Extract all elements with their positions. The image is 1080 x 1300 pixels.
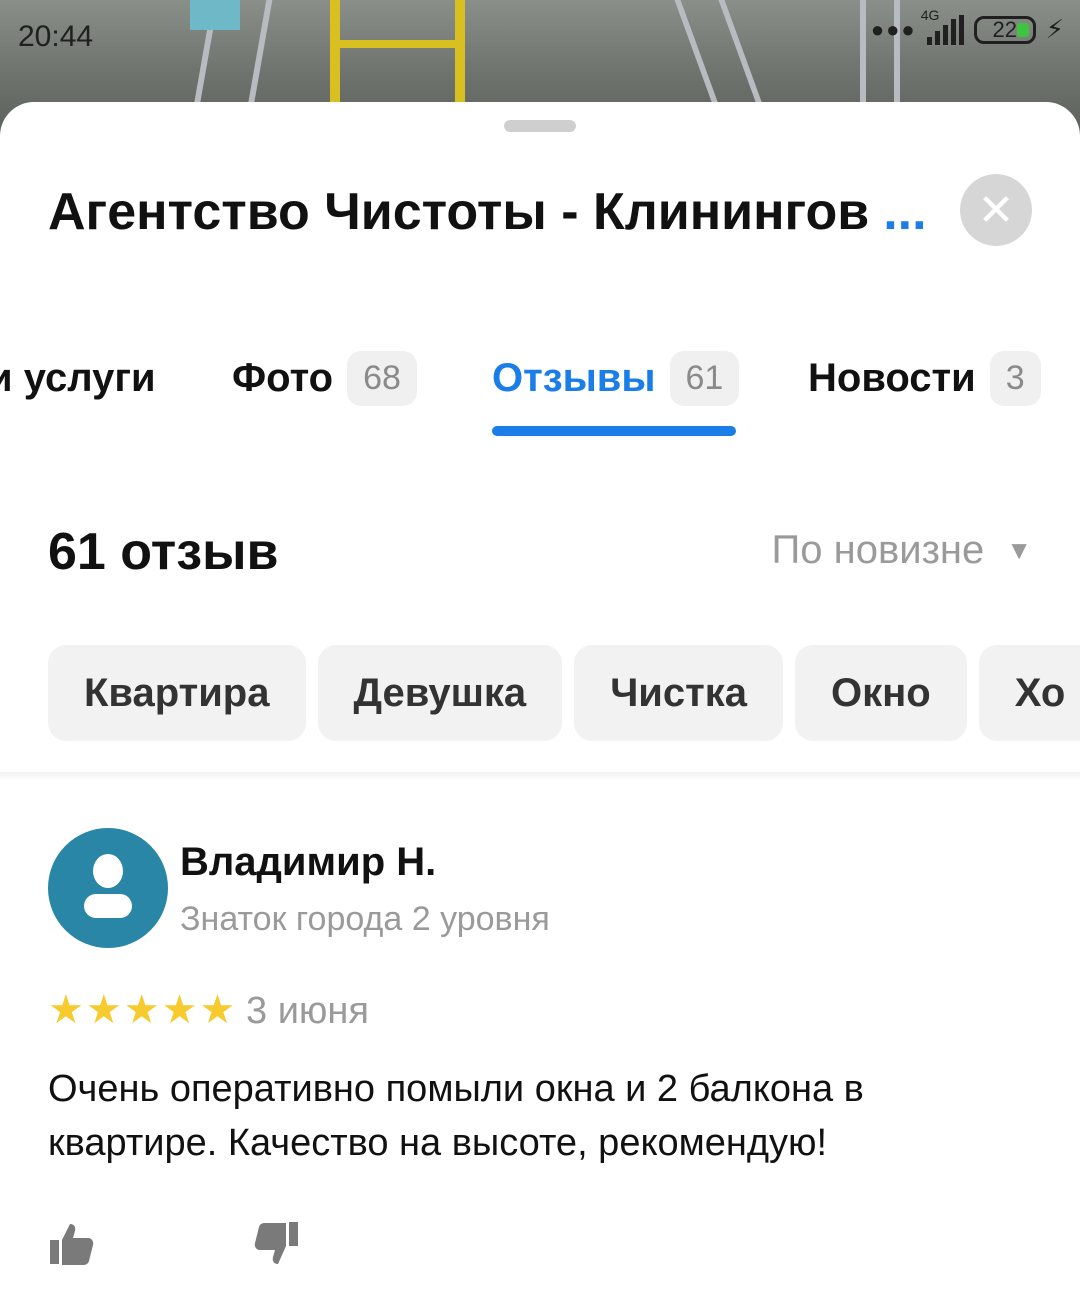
filter-chip[interactable]: Окно <box>794 645 967 741</box>
tab-count-badge: 61 <box>669 350 740 406</box>
tab-label: Фото <box>232 355 334 400</box>
more-notifications-icon: ●●● <box>870 16 917 42</box>
status-icons: ●●● 4G 22 ⚡ <box>870 7 1064 45</box>
tab-news[interactable]: Новости 3 <box>808 347 1041 409</box>
review-author-level: Знаток города 2 уровня <box>180 900 550 938</box>
review-date: 3 июня <box>246 990 369 1032</box>
star-icon: ★ <box>48 988 84 1032</box>
tab-label: и услуги <box>0 355 156 400</box>
star-rating: ★ ★ ★ ★ ★ <box>48 988 235 1032</box>
review-author-name[interactable]: Владимир Н. <box>180 840 436 885</box>
thumbs-down-icon[interactable] <box>252 1220 300 1268</box>
close-icon: ✕ <box>977 185 1015 235</box>
user-icon <box>93 854 123 888</box>
network-type-label: 4G <box>920 6 940 23</box>
thumbs-up-icon[interactable] <box>48 1220 96 1268</box>
sort-label: По новизне <box>771 528 985 572</box>
filter-chip[interactable]: Девушка <box>317 645 563 741</box>
sort-dropdown[interactable]: По новизне ▼ <box>772 528 1032 573</box>
sheet-grabber-handle[interactable] <box>504 120 576 132</box>
chevron-down-icon: ▼ <box>1006 535 1032 565</box>
status-time: 20:44 <box>18 20 94 53</box>
reviews-count: 61 отзыв <box>48 523 279 581</box>
section-divider <box>0 772 1080 780</box>
filter-chip[interactable]: Хо <box>978 645 1080 741</box>
battery-icon: 22 <box>973 15 1036 44</box>
bottom-sheet: Агентство Чистоты - Клинингов... ✕ и усл… <box>0 102 1080 1300</box>
avatar[interactable] <box>48 828 168 948</box>
star-icon: ★ <box>123 988 160 1032</box>
star-icon: ★ <box>199 988 236 1032</box>
tab-reviews[interactable]: Отзывы 61 <box>492 347 740 409</box>
filter-chips: Квартира Девушка Чистка Окно Хо <box>48 645 1080 741</box>
filter-chip[interactable]: Чистка <box>574 645 783 741</box>
organization-title-text: Агентство Чистоты - Клинингов <box>48 183 870 241</box>
organization-title[interactable]: Агентство Чистоты - Клинингов... <box>48 182 927 242</box>
close-button[interactable]: ✕ <box>960 174 1032 246</box>
tab-photo[interactable]: Фото 68 <box>232 347 417 409</box>
review-text: Очень оперативно помыли окна и 2 балкона… <box>48 1068 864 1164</box>
tab-label: Новости <box>808 355 976 400</box>
cell-signal-icon: 4G <box>921 7 964 45</box>
tab-services[interactable]: и услуги <box>0 347 156 409</box>
battery-level: 22 <box>992 16 1017 42</box>
tab-count-badge: 68 <box>347 350 417 406</box>
active-tab-indicator <box>492 426 736 436</box>
tab-label: Отзывы <box>492 355 656 400</box>
filter-chip[interactable]: Квартира <box>48 645 306 741</box>
star-icon: ★ <box>85 988 122 1032</box>
star-icon: ★ <box>161 988 198 1032</box>
status-bar: 20:44 ●●● 4G 22 ⚡ <box>0 0 1080 72</box>
tab-count-badge: 3 <box>989 350 1041 406</box>
title-ellipsis: ... <box>883 183 927 241</box>
charging-icon: ⚡ <box>1045 14 1064 44</box>
